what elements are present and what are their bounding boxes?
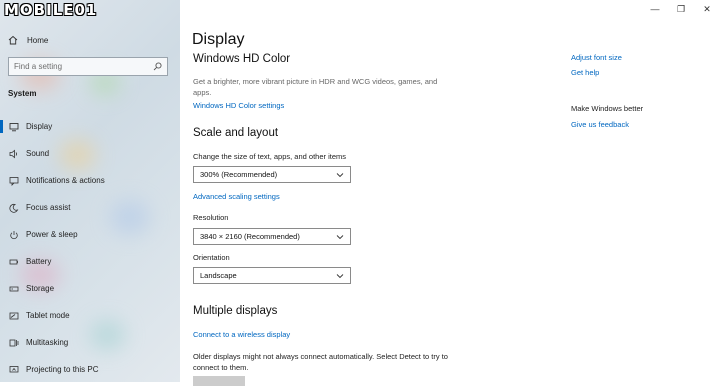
- resolution-label: Resolution: [193, 213, 229, 222]
- orientation-dropdown[interactable]: Landscape: [193, 267, 351, 284]
- sidebar-nav: Display Sound Notifications & actions Fo…: [0, 113, 180, 382]
- get-help-link[interactable]: Get help: [571, 68, 599, 77]
- battery-icon: [8, 256, 20, 268]
- sidebar-item-label: Projecting to this PC: [26, 365, 99, 374]
- sidebar-item-label: Storage: [26, 284, 55, 293]
- monitor-icon: [8, 121, 20, 133]
- sidebar-item-battery[interactable]: Battery: [0, 248, 180, 275]
- scale-dropdown[interactable]: 300% (Recommended): [193, 166, 351, 183]
- tablet-icon: [8, 310, 20, 322]
- multiple-displays-description: Older displays might not always connect …: [193, 352, 448, 372]
- moon-icon: [8, 202, 20, 214]
- close-button[interactable]: ✕: [694, 0, 720, 18]
- sidebar-item-notifications[interactable]: Notifications & actions: [0, 167, 180, 194]
- search-input[interactable]: Find a setting: [8, 57, 168, 76]
- orientation-dropdown-value: Landscape: [200, 271, 237, 280]
- hd-color-settings-link[interactable]: Windows HD Color settings: [193, 101, 284, 110]
- mobile01-logo: MOBILE01: [4, 1, 98, 19]
- multiple-displays-heading: Multiple displays: [193, 305, 278, 317]
- resolution-dropdown-value: 3840 × 2160 (Recommended): [200, 232, 300, 241]
- page-title: Display: [192, 31, 245, 48]
- sidebar-item-label: Battery: [26, 257, 52, 266]
- adjust-font-size-link[interactable]: Adjust font size: [571, 53, 622, 62]
- detect-button[interactable]: [193, 376, 245, 386]
- maximize-button[interactable]: ❐: [668, 0, 694, 18]
- search-placeholder: Find a setting: [14, 62, 63, 71]
- project-icon: [8, 364, 20, 376]
- sidebar-item-label: Focus assist: [26, 203, 71, 212]
- give-feedback-link[interactable]: Give us feedback: [571, 120, 629, 129]
- storage-icon: [8, 283, 20, 295]
- sidebar-item-sound[interactable]: Sound: [0, 140, 180, 167]
- message-icon: [8, 175, 20, 187]
- window-controls: — ❐ ✕: [642, 0, 720, 18]
- chevron-down-icon: [336, 273, 344, 279]
- chevron-down-icon: [336, 172, 344, 178]
- scale-dropdown-value: 300% (Recommended): [200, 170, 278, 179]
- sidebar-item-projecting[interactable]: Projecting to this PC: [0, 356, 180, 382]
- home-label: Home: [27, 35, 49, 45]
- hd-color-heading: Windows HD Color: [193, 53, 291, 65]
- sidebar-item-label: Display: [26, 122, 53, 131]
- minimize-button[interactable]: —: [642, 0, 668, 18]
- advanced-scaling-link[interactable]: Advanced scaling settings: [193, 192, 280, 201]
- orientation-label: Orientation: [193, 253, 230, 262]
- home-icon: [8, 35, 18, 45]
- sidebar-item-focus-assist[interactable]: Focus assist: [0, 194, 180, 221]
- sidebar-item-label: Notifications & actions: [26, 176, 105, 185]
- main-content: — ❐ ✕ Display Windows HD Color Get a bri…: [180, 0, 720, 386]
- sidebar-item-power-sleep[interactable]: Power & sleep: [0, 221, 180, 248]
- sidebar: MOBILE01 Home Find a setting System Disp…: [0, 0, 180, 382]
- sidebar-item-label: Tablet mode: [26, 311, 70, 320]
- sidebar-item-tablet-mode[interactable]: Tablet mode: [0, 302, 180, 329]
- sidebar-item-storage[interactable]: Storage: [0, 275, 180, 302]
- sidebar-item-multitasking[interactable]: Multitasking: [0, 329, 180, 356]
- sidebar-item-label: Power & sleep: [26, 230, 78, 239]
- search-icon: [153, 62, 162, 71]
- speaker-icon: [8, 148, 20, 160]
- multitasking-icon: [8, 337, 20, 349]
- resolution-dropdown[interactable]: 3840 × 2160 (Recommended): [193, 228, 351, 245]
- sidebar-item-label: Sound: [26, 149, 50, 158]
- scale-layout-heading: Scale and layout: [193, 127, 279, 139]
- home-nav[interactable]: Home: [8, 35, 48, 45]
- power-icon: [8, 229, 20, 241]
- make-windows-better-heading: Make Windows better: [571, 104, 644, 113]
- sidebar-item-display[interactable]: Display: [0, 113, 180, 140]
- section-title: System: [8, 89, 37, 98]
- hd-color-description: Get a brighter, more vibrant picture in …: [193, 77, 438, 97]
- connect-wireless-link[interactable]: Connect to a wireless display: [193, 330, 290, 339]
- scale-size-label: Change the size of text, apps, and other…: [193, 152, 347, 161]
- chevron-down-icon: [336, 234, 344, 240]
- sidebar-item-label: Multitasking: [26, 338, 69, 347]
